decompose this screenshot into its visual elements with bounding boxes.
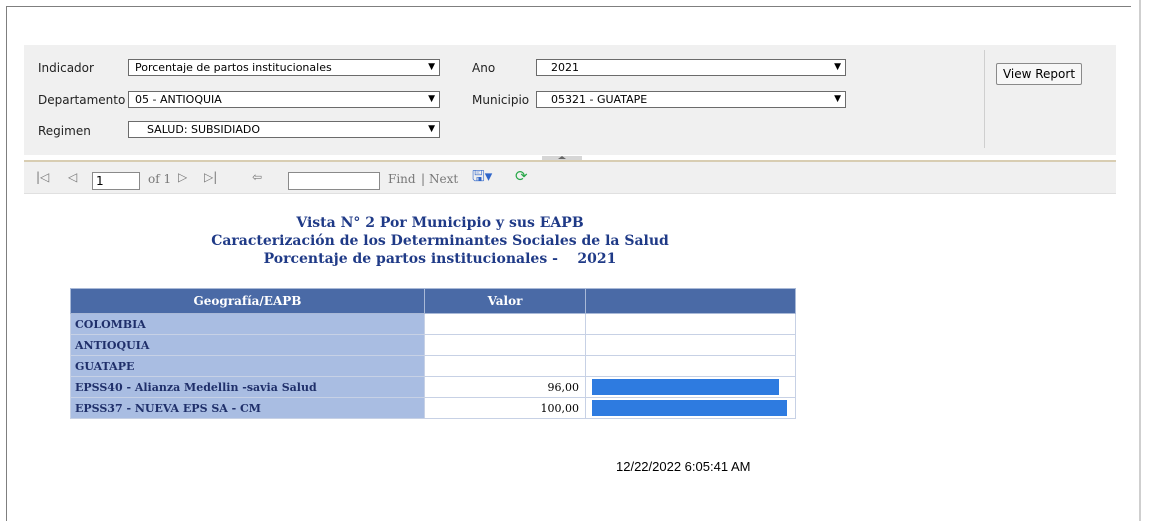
find-input[interactable] [288, 172, 380, 190]
chevron-up-icon [558, 156, 566, 159]
parameters-panel: Indicador Porcentaje de partos instituci… [24, 45, 1116, 155]
back-icon[interactable]: ⇦ [252, 170, 262, 184]
departamento-select-value: 05 - ANTIOQUIA [135, 93, 222, 106]
bar-cell [585, 334, 796, 356]
col-header-bar [585, 288, 796, 314]
departamento-select[interactable]: 05 - ANTIOQUIA ▼ [128, 91, 440, 108]
page-count: of 1 [148, 172, 172, 186]
value-bar [592, 400, 787, 416]
geo-cell: ANTIOQUIA [70, 334, 425, 356]
first-page-icon[interactable]: |◁ [36, 170, 49, 184]
regimen-label: Regimen [38, 124, 91, 138]
find-link[interactable]: Find [388, 172, 416, 186]
col-header-valor: Valor [424, 288, 586, 314]
prev-page-icon[interactable]: ◁ [68, 170, 77, 184]
ano-label: Ano [472, 61, 496, 75]
page-number-input[interactable]: 1 [92, 172, 140, 190]
col-header-geografia: Geografía/EAPB [70, 288, 425, 314]
chevron-down-icon: ▼ [834, 94, 841, 104]
table-header-row: Geografía/EAPB Valor [70, 288, 796, 314]
table-row: EPSS37 - NUEVA EPS SA - CM 100,00 [70, 397, 796, 419]
report-title: Vista N° 2 Por Municipio y sus EAPB Cara… [190, 214, 690, 268]
municipio-select[interactable]: 05321 - GUATAPE ▼ [536, 91, 846, 108]
regimen-select-value: SALUD: SUBSIDIADO [147, 123, 260, 136]
find-separator: | [421, 172, 426, 186]
view-report-button[interactable]: View Report [996, 63, 1082, 85]
chevron-down-icon: ▼ [428, 62, 435, 72]
table-row: EPSS40 - Alianza Medellin -savia Salud 96… [70, 376, 796, 398]
chevron-down-icon: ▼ [834, 62, 841, 72]
municipio-select-value: 05321 - GUATAPE [551, 93, 648, 106]
municipio-label: Municipio [472, 93, 530, 107]
table-row: COLOMBIA [70, 313, 796, 335]
chevron-down-icon: ▼ [428, 124, 435, 134]
geo-cell: GUATAPE [70, 355, 425, 377]
departamento-label: Departamento [38, 93, 126, 107]
ano-select-value: 2021 [551, 61, 579, 74]
bar-cell [585, 313, 796, 335]
indicador-label: Indicador [38, 61, 94, 75]
valor-cell [424, 334, 586, 356]
regimen-select[interactable]: SALUD: SUBSIDIADO ▼ [128, 121, 440, 138]
chevron-down-icon: ▼ [428, 94, 435, 104]
valor-cell [424, 355, 586, 377]
value-bar [592, 379, 780, 395]
ano-select[interactable]: 2021 ▼ [536, 59, 846, 76]
find-next-link[interactable]: Next [429, 172, 458, 186]
table-row: GUATAPE [70, 355, 796, 377]
geo-cell: EPSS37 - NUEVA EPS SA - CM [70, 397, 425, 419]
indicador-select-value: Porcentaje de partos institucionales [135, 61, 332, 74]
geo-cell: EPSS40 - Alianza Medellin -savia Salud [70, 376, 425, 398]
export-icon[interactable]: 🖫▾ [472, 166, 492, 191]
table-row: ANTIOQUIA [70, 334, 796, 356]
report-timestamp: 12/22/2022 6:05:41 AM [616, 459, 751, 474]
indicador-select[interactable]: Porcentaje de partos institucionales ▼ [128, 59, 440, 76]
report-title-line1: Vista N° 2 Por Municipio y sus EAPB [296, 215, 584, 231]
report-title-line3: Porcentaje de partos institucionales - 2… [263, 251, 617, 267]
valor-cell [424, 313, 586, 335]
refresh-icon[interactable]: ⟳ [515, 167, 528, 185]
geo-cell: COLOMBIA [70, 313, 425, 335]
bar-cell [585, 397, 796, 419]
report-toolbar: |◁ ◁ 1 of 1 ▷ ▷| ⇦ Find | Next 🖫▾ ⟳ [24, 160, 1116, 194]
report-title-line2: Caracterización de los Determinantes Soc… [211, 233, 669, 249]
valor-cell: 100,00 [424, 397, 586, 419]
report-table: Geografía/EAPB Valor COLOMBIA ANTIOQUIA GU… [70, 288, 796, 419]
bar-cell [585, 355, 796, 377]
next-page-icon[interactable]: ▷ [178, 170, 187, 184]
last-page-icon[interactable]: ▷| [204, 170, 217, 184]
parameters-divider [984, 50, 985, 148]
bar-cell [585, 376, 796, 398]
valor-cell: 96,00 [424, 376, 586, 398]
scrollbar-track[interactable] [1139, 0, 1141, 521]
